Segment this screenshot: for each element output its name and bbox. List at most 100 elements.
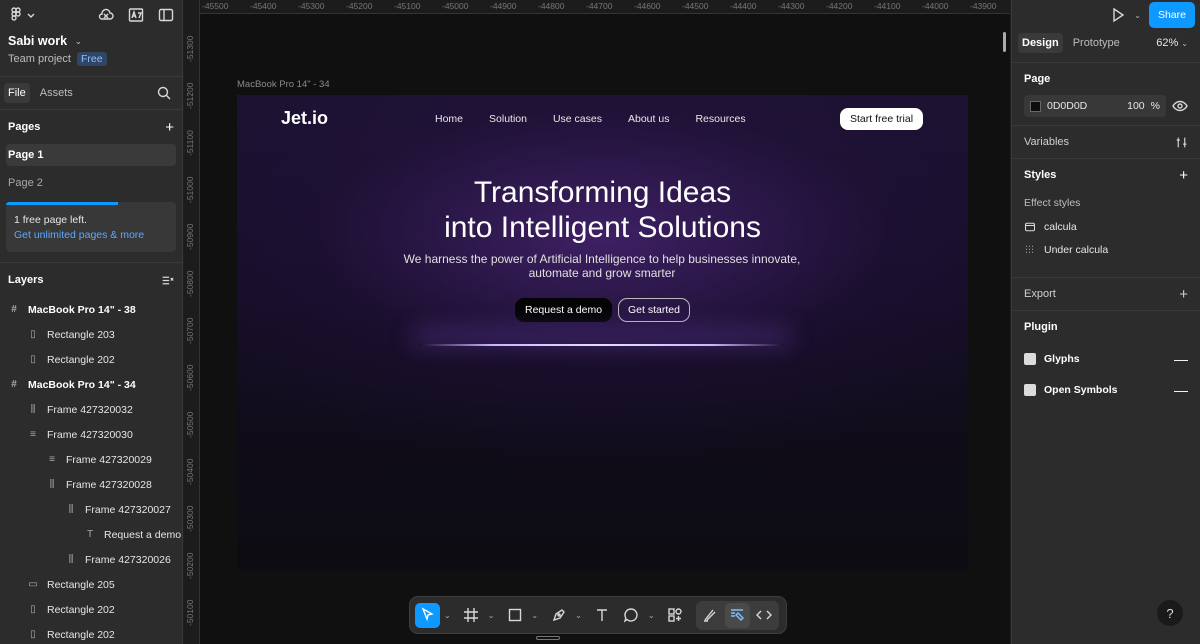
shape-tool[interactable] [502,603,527,628]
ruler-label: -50200 [185,552,195,579]
variables-settings-icon[interactable] [1175,136,1188,149]
eye-icon[interactable] [1172,98,1188,114]
add-style-icon[interactable]: + [1179,167,1188,184]
layer-item[interactable]: ⫼ Frame 427320032 [0,397,182,422]
ruler-label: -44800 [538,1,565,11]
layer-item[interactable]: T Request a demo [0,522,182,547]
nav-about-us[interactable]: About us [628,113,669,125]
layer-name: Frame 427320027 [85,503,171,516]
comment-tool[interactable] [619,603,644,628]
layer-name: Rectangle 202 [47,603,115,616]
layer-type-icon: ▭ [28,579,38,590]
layer-item[interactable]: ⫼ Frame 427320028 [0,472,182,497]
canvas-scrollbar[interactable] [1003,32,1006,52]
tab-assets[interactable]: Assets [36,83,77,103]
nav-use-cases[interactable]: Use cases [553,113,602,125]
project-name[interactable]: Sabi work ⌄ [0,30,182,48]
export-section: Export + [1012,278,1200,310]
pen-tool[interactable] [546,603,571,628]
request-demo-button[interactable]: Request a demo [515,298,613,322]
remove-plugin-icon[interactable]: — [1174,382,1188,398]
chevron-down-icon[interactable]: ⌄ [444,611,451,620]
move-tool[interactable] [415,602,440,628]
chevron-down-icon[interactable]: ⌄ [575,611,582,620]
start-free-trial-button[interactable]: Start free trial [840,108,924,130]
ruler-label: -50500 [185,411,195,438]
percent-sign: % [1150,100,1160,112]
ruler-label: -51000 [185,176,195,203]
remove-plugin-icon[interactable]: — [1174,351,1188,367]
chevron-down-icon[interactable]: ⌄ [488,611,495,620]
layer-item[interactable]: ⫼ Frame 427320026 [0,547,182,572]
help-button[interactable]: ? [1157,600,1183,626]
search-icon[interactable] [156,85,172,101]
actions-tool[interactable] [663,603,688,628]
variables-title: Variables [1024,136,1070,148]
layer-item[interactable]: ▯ Rectangle 202 [0,622,182,644]
present-play-icon[interactable] [1110,7,1126,23]
text-tool[interactable] [590,603,615,628]
bottom-handle [536,636,560,640]
share-button[interactable]: Share [1148,2,1195,28]
layer-item[interactable]: ⫼ Frame 427320027 [0,497,182,522]
plan-badge: Free [76,52,107,66]
plugin-item[interactable]: Glyphs — [1024,343,1188,374]
chevron-down-icon[interactable]: ⌄ [1134,11,1141,20]
zoom-level[interactable]: 62% ⌄ [1156,37,1188,49]
layer-name: MacBook Pro 14" - 38 [28,303,136,316]
draw-mode-toggle[interactable] [698,603,723,628]
page-fill-input[interactable]: 0D0D0D 100 % [1024,95,1166,117]
page-opacity-value[interactable]: 100 [1127,100,1145,112]
canvas[interactable]: -45500 -45400 -45300 -45200 -45100 -45000 -449… [184,0,1010,644]
offline-cloud-icon[interactable] [98,7,114,23]
tab-file[interactable]: File [4,83,30,103]
page-item-2[interactable]: Page 2 [6,172,176,194]
tab-prototype[interactable]: Prototype [1069,33,1124,53]
ruler-label: -45500 [202,1,229,11]
get-started-button[interactable]: Get started [618,298,690,322]
design-mode-toggle[interactable] [724,602,750,628]
plugin-item[interactable]: Open Symbols — [1024,374,1188,405]
effect-style-item[interactable]: Under calcula [1024,238,1188,261]
dev-mode-toggle[interactable] [752,603,777,628]
effect-style-item[interactable]: calcula [1024,215,1188,238]
page-item-1[interactable]: Page 1 [6,144,176,166]
project-meta: Team project Free [0,48,182,76]
layer-item[interactable]: ≡ Frame 427320030 [0,422,182,447]
nav-resources[interactable]: Resources [695,113,745,125]
sidebar-toggle-icon[interactable] [158,7,174,23]
layer-type-icon: T [86,529,94,540]
layer-item[interactable]: ▯ Rectangle 203 [0,322,182,347]
layer-item[interactable]: ▯ Rectangle 202 [0,347,182,372]
nav-solution[interactable]: Solution [489,113,527,125]
nav-home[interactable]: Home [435,113,463,125]
add-page-icon[interactable]: + [165,119,174,136]
chevron-down-icon[interactable]: ⌄ [648,611,655,620]
chevron-down-icon[interactable]: ⌄ [531,611,538,620]
layer-item[interactable]: # MacBook Pro 14" - 38 [0,297,182,322]
font-check-icon[interactable] [128,7,144,23]
ruler-label: -44900 [490,1,517,11]
export-title: Export [1024,288,1056,300]
macbook-frame[interactable]: Jet.io Home Solution Use cases About us … [237,95,968,569]
ruler-label: -44600 [634,1,661,11]
add-export-icon[interactable]: + [1179,286,1188,303]
layer-item[interactable]: # MacBook Pro 14" - 34 [0,372,182,397]
color-swatch[interactable] [1030,100,1041,112]
layer-name: Rectangle 202 [47,353,115,366]
frame-tool[interactable] [459,603,484,628]
tab-design[interactable]: Design [1018,33,1063,53]
layer-item[interactable]: ≡ Frame 427320029 [0,447,182,472]
layer-item[interactable]: ▯ Rectangle 202 [0,597,182,622]
layer-type-icon: ⫼ [68,554,74,565]
collapse-layers-icon[interactable] [161,274,174,287]
page-color-value[interactable]: 0D0D0D [1047,100,1087,112]
variables-header[interactable]: Variables [1024,126,1188,158]
hero-subtitle: We harness the power of Artificial Intel… [403,252,801,280]
upgrade-link[interactable]: Get unlimited pages & more [14,229,168,241]
main-menu-button[interactable] [8,7,35,23]
layer-item[interactable]: ▭ Rectangle 205 [0,572,182,597]
figma-logo-icon [11,7,21,21]
frame-label[interactable]: MacBook Pro 14" - 34 [237,79,330,90]
cursor-icon [421,607,434,622]
